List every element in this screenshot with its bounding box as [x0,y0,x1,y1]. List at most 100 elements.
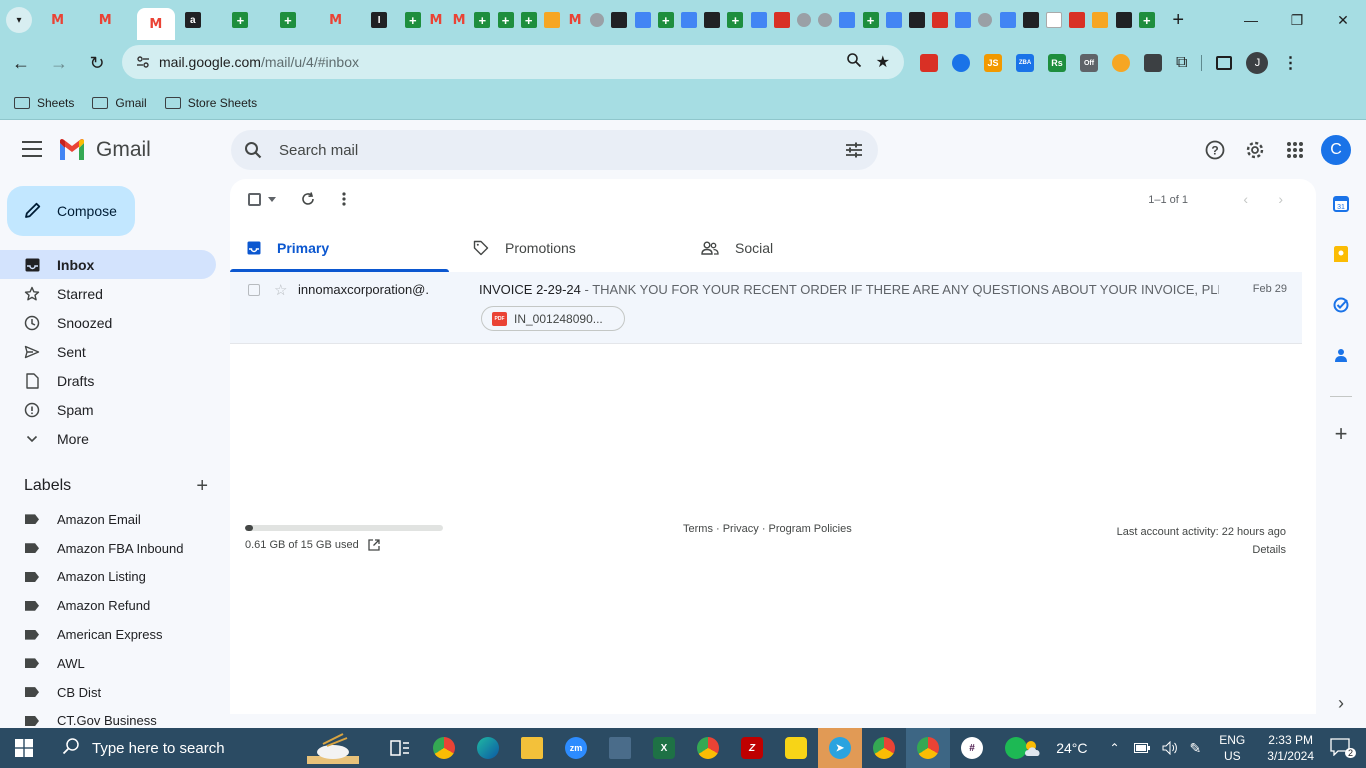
search-icon[interactable] [243,140,263,160]
compose-button[interactable]: Compose [7,186,135,236]
notification-center-icon[interactable]: 2 [1330,738,1356,758]
tab-promotions[interactable]: Promotions [456,224,675,272]
search-input[interactable] [279,141,819,159]
contacts-icon[interactable] [1332,346,1350,364]
tab-edit-icon[interactable] [634,12,651,28]
bookmark-store-sheets[interactable]: Store Sheets [164,96,257,110]
back-button[interactable]: ← [4,46,38,80]
open-in-new-icon[interactable] [368,539,380,551]
browser-menu-icon[interactable]: ⋮ [1282,53,1298,73]
tab-white-app-icon[interactable] [1046,12,1062,28]
search-highlight-noodles-icon[interactable] [298,728,368,768]
add-addon-icon[interactable]: + [1332,421,1350,446]
label-item[interactable]: Amazon FBA Inbound [0,534,216,563]
filezilla-icon[interactable]: Z [730,728,774,768]
sticky-notes-icon[interactable] [774,728,818,768]
close-window-icon[interactable]: ✕ [1320,0,1366,40]
battery-icon[interactable] [1133,743,1150,753]
main-menu-icon[interactable] [22,141,42,157]
tab-search-menu-button[interactable]: ▾ [6,7,32,33]
create-label-icon[interactable]: + [196,475,208,498]
tab-active-gmail[interactable] [136,8,175,40]
tab-sheets-icon[interactable] [657,12,674,28]
bookmark-gmail[interactable]: Gmail [92,96,147,110]
nav-starred[interactable]: Starred [0,279,216,308]
telegram-taskbar-icon[interactable]: ➤ [818,728,862,768]
tab-edit-icon[interactable] [999,12,1016,28]
extension-qr-icon[interactable] [1144,54,1162,72]
tab-sheets-icon[interactable] [232,12,249,28]
search-options-icon[interactable] [844,140,864,160]
tab-loading-icon[interactable] [590,13,605,27]
label-item[interactable]: CB Dist [0,678,216,707]
select-dropdown-icon[interactable] [266,193,278,206]
tab-app-icon[interactable] [611,12,628,28]
label-item[interactable]: Amazon Refund [0,591,216,620]
nav-sent[interactable]: Sent [0,337,216,366]
tab-fedex-icon[interactable] [773,12,790,28]
windows-start-icon[interactable] [0,728,48,768]
expand-side-panel-icon[interactable]: › [1332,693,1350,713]
extension-red-icon[interactable] [920,54,938,72]
tab-red-app-icon[interactable] [932,12,949,28]
bookmark-sheets[interactable]: Sheets [14,96,74,110]
tab-sheets-icon[interactable] [474,12,491,28]
zoom-taskbar-icon[interactable]: zm [554,728,598,768]
file-explorer-icon[interactable] [510,728,554,768]
extension-rs-icon[interactable]: Rs [1048,54,1066,72]
weather-widget[interactable]: 24°C [1022,738,1087,758]
tab-heart-icon[interactable] [1069,12,1086,28]
tab-sheets-icon[interactable] [520,12,537,28]
tab-dark-app-icon[interactable]: I [371,12,388,28]
tab-chrome-icon[interactable] [704,12,721,28]
extension-js-icon[interactable]: JS [984,54,1002,72]
nav-spam[interactable]: Spam [0,395,216,424]
tab-sheets-icon[interactable] [497,12,514,28]
tab-sheets-icon[interactable] [279,12,296,28]
new-tab-button[interactable]: + [1172,9,1184,32]
nav-more[interactable]: More [0,424,216,453]
task-view-icon[interactable] [378,728,422,768]
extension-orange-icon[interactable] [1112,54,1130,72]
tab-orange-app-icon[interactable] [1092,12,1109,28]
address-bar[interactable]: mail.google.com/mail/u/4/#inbox ★ [122,45,904,79]
slack-taskbar-icon[interactable]: # [950,728,994,768]
tab-gmail-icon[interactable] [97,12,113,28]
extension-blue-icon[interactable] [952,54,970,72]
tab-app-icon[interactable] [1115,12,1132,28]
tab-gmail-icon[interactable] [451,12,467,28]
settings-gear-icon[interactable] [1235,130,1275,170]
forward-button[interactable]: → [42,46,76,80]
chrome-profile-taskbar-icon[interactable] [686,728,730,768]
label-item[interactable]: Amazon Email [0,505,216,534]
system-clock[interactable]: 2:33 PM 3/1/2024 [1267,732,1314,764]
chrome-profile-taskbar-icon[interactable] [862,728,906,768]
calculator-icon[interactable] [598,728,642,768]
tab-edit-icon[interactable] [955,12,972,28]
keep-icon[interactable] [1332,245,1350,263]
side-panel-toggle-icon[interactable] [1216,56,1233,70]
email-select-checkbox[interactable] [248,284,260,296]
extensions-puzzle-icon[interactable]: ⧉ [1176,54,1187,72]
details-link[interactable]: Details [1117,541,1286,559]
show-hidden-icons-chevron-icon[interactable]: ⌃ [1109,741,1119,755]
refresh-icon[interactable] [300,191,316,207]
label-item[interactable]: AWL [0,649,216,678]
email-row[interactable]: ☆ innomaxcorporation@. INVOICE 2-29-24 -… [230,272,1302,344]
language-indicator[interactable]: ENG US [1219,732,1245,764]
gmail-logo[interactable]: Gmail [58,138,151,162]
extension-off-icon[interactable]: Off [1080,54,1098,72]
tab-amazon-icon[interactable]: a [184,12,201,28]
footer-policy-links[interactable]: Terms · Privacy · Program Policies [683,523,852,535]
tab-app-icon[interactable] [908,12,925,28]
tab-edit-icon[interactable] [885,12,902,28]
tab-w-app-icon[interactable] [1138,12,1155,28]
select-all-checkbox[interactable] [248,193,261,206]
excel-taskbar-icon[interactable]: X [642,728,686,768]
tasks-icon[interactable] [1332,296,1350,314]
zoom-icon[interactable] [846,52,862,73]
tab-sheets-icon[interactable] [727,12,744,28]
extension-zba-icon[interactable]: ZBA [1016,54,1034,72]
tab-loading-icon[interactable] [796,13,811,27]
next-page-icon[interactable]: › [1278,191,1283,207]
